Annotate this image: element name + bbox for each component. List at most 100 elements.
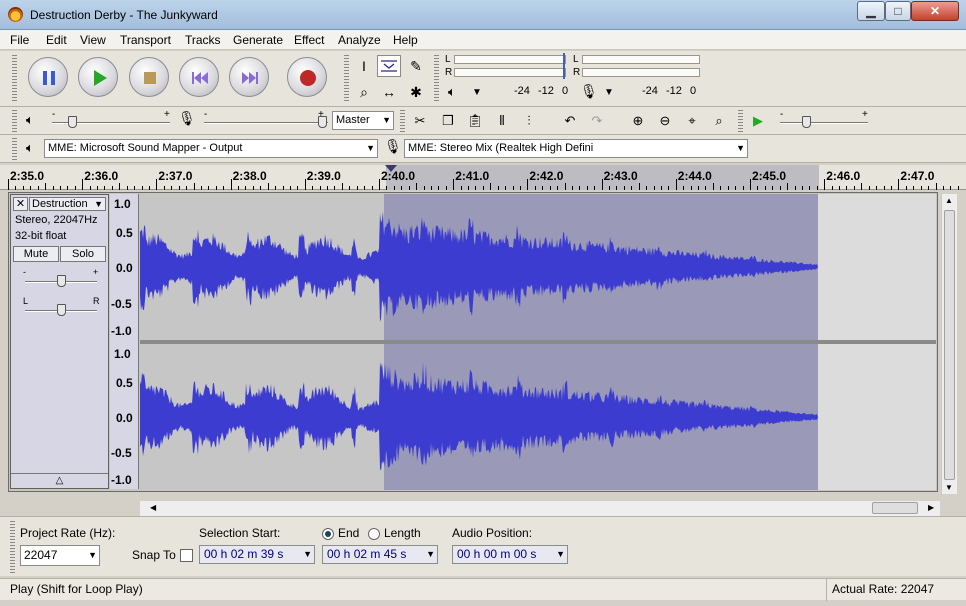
menu-help[interactable]: Help: [393, 33, 418, 47]
input-volume-thumb[interactable]: [318, 116, 327, 128]
fit-selection-icon: ⌖: [688, 113, 696, 128]
mute-button[interactable]: Mute: [13, 246, 59, 262]
record-meter-menu-arrow[interactable]: ▼: [604, 87, 614, 98]
project-rate-label: Project Rate (Hz):: [20, 526, 116, 540]
length-radio[interactable]: [368, 528, 380, 540]
minimize-button[interactable]: ▁: [857, 1, 885, 21]
vertical-scale[interactable]: 1.0 0.5 0.0 -0.5 -1.0 1.0 0.5 0.0 -0.5 -…: [110, 194, 139, 489]
playback-meter-r-label: R: [445, 67, 453, 78]
pause-button[interactable]: [28, 57, 68, 97]
maximize-button[interactable]: □: [885, 1, 911, 21]
ruler-minor-tick: [631, 186, 633, 190]
ruler-minor-tick: [534, 186, 536, 190]
project-rate-select[interactable]: 22047 ▼: [20, 545, 100, 566]
menu-view[interactable]: View: [80, 33, 106, 47]
status-message: Play (Shift for Loop Play): [10, 582, 143, 596]
record-button[interactable]: [287, 57, 327, 97]
play-at-speed-grip[interactable]: [738, 110, 743, 132]
scroll-right-arrow[interactable]: ▶: [928, 503, 934, 512]
tools-grip[interactable]: [344, 55, 349, 103]
menu-generate[interactable]: Generate: [233, 33, 283, 47]
snap-to-checkbox[interactable]: [180, 549, 193, 562]
waveform-view[interactable]: [140, 194, 936, 490]
zoom-tool[interactable]: ⌕: [352, 81, 376, 103]
silence-button[interactable]: ⫶: [517, 110, 541, 132]
menu-transport[interactable]: Transport: [120, 33, 171, 47]
ruler-minor-tick: [712, 183, 714, 190]
zoom-in-button[interactable]: ⊕: [626, 110, 650, 132]
toolbar-grip[interactable]: [12, 55, 17, 103]
undo-button[interactable]: ↶: [558, 110, 582, 132]
input-volume-slider[interactable]: [204, 122, 328, 124]
track-pan-thumb[interactable]: [57, 304, 66, 316]
time-shift-tool[interactable]: ↔: [377, 81, 401, 103]
close-button[interactable]: ✕: [911, 1, 959, 21]
selection-tool[interactable]: I: [352, 55, 376, 77]
redo-button[interactable]: ↷: [585, 110, 609, 132]
playback-tick-12: -12: [538, 85, 554, 97]
selection-end-field[interactable]: 00 h 02 m 45 s ▼: [322, 545, 438, 564]
microphone-meter-icon[interactable]: 🎙︎: [580, 83, 598, 100]
edit-grip[interactable]: [400, 110, 405, 132]
play-at-speed-button[interactable]: ▶: [746, 110, 770, 132]
skip-to-start-button[interactable]: [179, 57, 219, 97]
selection-start-field[interactable]: 00 h 02 m 39 s ▼: [199, 545, 315, 564]
track-collapse-button[interactable]: △: [11, 473, 108, 488]
play-speed-slider[interactable]: [780, 122, 868, 124]
ruler-minor-tick: [861, 183, 863, 190]
input-device-select[interactable]: MME: Stereo Mix (Realtek High Defini ▼: [404, 139, 748, 158]
menu-tracks[interactable]: Tracks: [185, 33, 221, 47]
skip-to-end-button[interactable]: [229, 57, 269, 97]
horizontal-scrollbar[interactable]: ◀ ▶: [140, 501, 940, 516]
play-button[interactable]: [78, 57, 118, 97]
audio-position-field[interactable]: 00 h 00 m 00 s ▼: [452, 545, 568, 564]
input-source-select[interactable]: Master ▼: [332, 111, 394, 130]
ruler-minor-tick: [171, 186, 173, 190]
stop-button[interactable]: [129, 57, 169, 97]
copy-button[interactable]: ❐: [436, 110, 460, 132]
scroll-left-arrow[interactable]: ◀: [150, 503, 156, 512]
meter-grip[interactable]: [434, 55, 439, 103]
output-volume-thumb[interactable]: [68, 116, 77, 128]
play-speed-thumb[interactable]: [802, 116, 811, 128]
selection-grip[interactable]: [10, 521, 15, 573]
vertical-scroll-thumb[interactable]: [944, 210, 955, 480]
ruler-major-tick: [527, 179, 529, 190]
menu-effect[interactable]: Effect: [294, 33, 324, 47]
solo-button[interactable]: Solo: [60, 246, 106, 262]
fit-selection-button[interactable]: ⌖: [680, 110, 704, 132]
track-close-button[interactable]: ✕: [13, 197, 28, 211]
scroll-up-arrow[interactable]: ▲: [945, 196, 953, 205]
envelope-tool[interactable]: [377, 55, 401, 77]
track-name-menu[interactable]: Destruction ▼: [29, 197, 106, 211]
menu-edit[interactable]: Edit: [46, 33, 67, 47]
track-gain-thumb[interactable]: [57, 275, 66, 287]
fit-project-button[interactable]: ⌕: [707, 110, 731, 132]
playback-meter-menu-arrow[interactable]: ▼: [472, 87, 482, 98]
draw-tool[interactable]: ✎: [404, 55, 428, 77]
scroll-down-arrow[interactable]: ▼: [945, 483, 953, 492]
magnifier-icon: ⌕: [360, 83, 368, 100]
device-grip[interactable]: [12, 138, 17, 160]
timeline-ruler[interactable]: 2:35.0 2:36.0 2:37.0 2:38.0 2:39.0 2:40.0 2:41…: [0, 165, 966, 190]
ruler-minor-tick: [393, 186, 395, 190]
vertical-scrollbar[interactable]: ▲ ▼: [941, 194, 957, 494]
speaker-meter-icon[interactable]: 🔈︎: [448, 84, 456, 100]
trim-button[interactable]: ⫴: [490, 110, 514, 132]
menu-analyze[interactable]: Analyze: [338, 33, 381, 47]
mixer-grip[interactable]: [12, 110, 17, 132]
playback-meter-peak: [563, 53, 565, 79]
input-device-icon: 🎙︎: [384, 138, 402, 154]
multi-tool[interactable]: ✱: [404, 81, 428, 103]
output-device-select[interactable]: MME: Microsoft Sound Mapper - Output ▼: [44, 139, 378, 158]
ruler-minor-tick: [401, 186, 403, 190]
end-radio[interactable]: [322, 528, 334, 540]
ruler-label: 2:43.0: [603, 169, 638, 183]
zoom-out-button[interactable]: ⊖: [653, 110, 677, 132]
menu-file[interactable]: File: [10, 33, 29, 47]
horizontal-scroll-thumb[interactable]: [872, 502, 918, 514]
ruler-minor-tick: [957, 186, 959, 190]
paste-button[interactable]: 📋︎: [463, 110, 487, 132]
double-arrow-icon: ↔: [382, 84, 396, 100]
cut-button[interactable]: ✂: [408, 110, 432, 132]
